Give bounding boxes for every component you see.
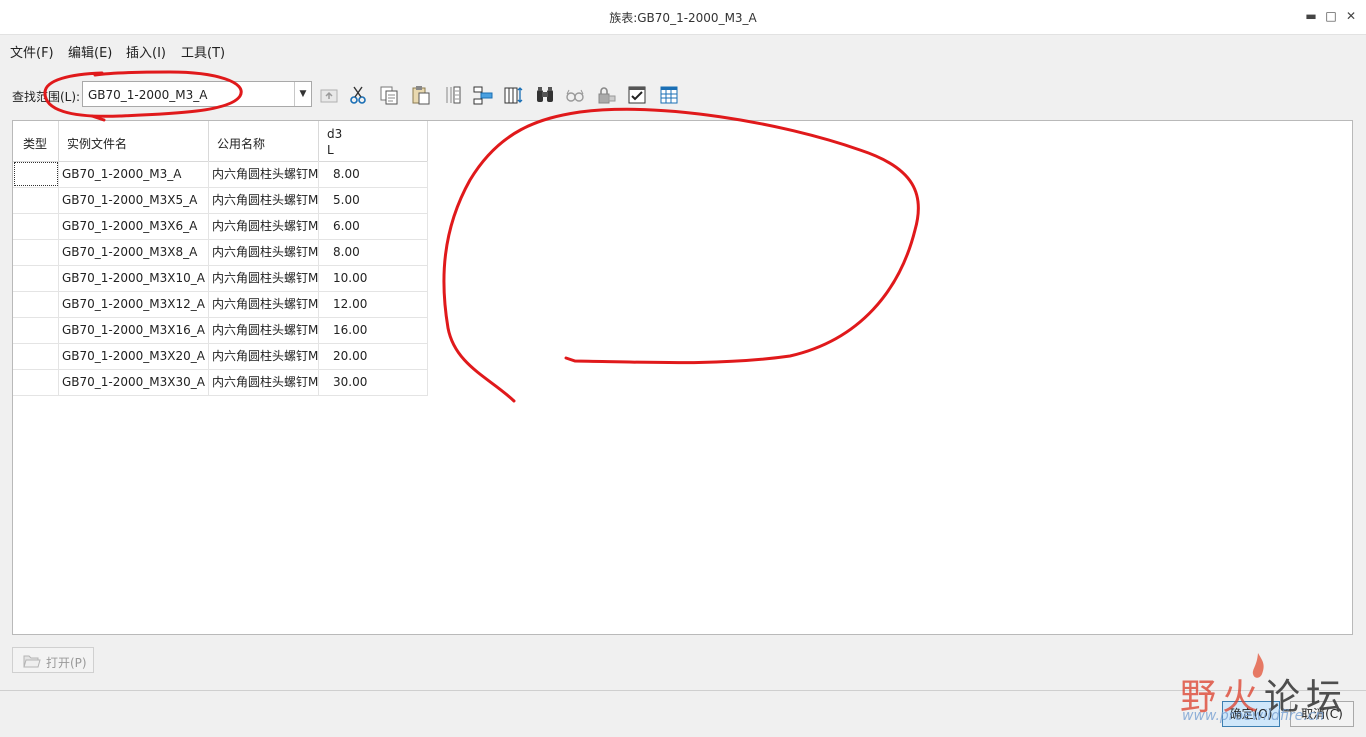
verify-icon[interactable] (626, 84, 648, 106)
footer-divider (0, 690, 1366, 691)
cell-type[interactable] (13, 369, 59, 395)
maximize-button[interactable]: □ (1324, 9, 1338, 23)
cell-instance-name[interactable]: GB70_1-2000_M3X6_A (59, 213, 209, 239)
table-row[interactable]: GB70_1-2000_M3X5_A 内六角圆柱头螺钉M 5.00 (13, 187, 428, 214)
menu-bar: 文件(F) 编辑(E) 插入(I) 工具(T) (0, 36, 1366, 62)
cut-icon[interactable] (347, 84, 369, 106)
family-table[interactable]: 类型 实例文件名 公用名称 d3 L GB70_1-2000_M3_A 内六角圆柱… (12, 120, 1353, 635)
menu-insert[interactable]: 插入(I) (126, 42, 166, 61)
header-d3-label: d3 (327, 127, 343, 141)
cell-instance-name[interactable]: GB70_1-2000_M3X5_A (59, 187, 209, 213)
cell-type[interactable] (13, 161, 59, 187)
table-row[interactable]: GB70_1-2000_M3X16_A 内六角圆柱头螺钉M 16.00 (13, 317, 428, 344)
table-row[interactable]: GB70_1-2000_M3_A 内六角圆柱头螺钉M 8.00 (13, 161, 428, 188)
lookin-dropdown[interactable]: GB70_1-2000_M3_A ▼ (82, 81, 312, 107)
cell-type[interactable] (13, 239, 59, 265)
paste-icon[interactable] (410, 84, 432, 106)
open-button[interactable]: 打开(P) (12, 647, 94, 673)
header-d3[interactable]: d3 L (319, 121, 428, 161)
cell-d3-value[interactable]: 20.00 (319, 343, 428, 369)
cell-instance-name[interactable]: GB70_1-2000_M3X30_A (59, 369, 209, 395)
cell-common-name[interactable]: 内六角圆柱头螺钉M (209, 369, 319, 395)
cell-instance-name[interactable]: GB70_1-2000_M3X16_A (59, 317, 209, 343)
cell-common-name[interactable]: 内六角圆柱头螺钉M (209, 161, 319, 187)
cell-common-name[interactable]: 内六角圆柱头螺钉M (209, 213, 319, 239)
table-header: 类型 实例文件名 公用名称 d3 L (13, 121, 428, 162)
title-bar: 族表:GB70_1-2000_M3_A ▬ □ ✕ (0, 0, 1366, 35)
table-row[interactable]: GB70_1-2000_M3X12_A 内六角圆柱头螺钉M 12.00 (13, 291, 428, 318)
table-row[interactable]: GB70_1-2000_M3X10_A 内六角圆柱头螺钉M 10.00 (13, 265, 428, 292)
window-title: 族表:GB70_1-2000_M3_A (609, 11, 757, 25)
cell-common-name[interactable]: 内六角圆柱头螺钉M (209, 265, 319, 291)
flame-icon (1252, 653, 1264, 678)
cell-type[interactable] (13, 317, 59, 343)
header-common-label: 公用名称 (217, 137, 266, 151)
header-instance-name[interactable]: 实例文件名 (59, 121, 209, 161)
cell-common-name[interactable]: 内六角圆柱头螺钉M (209, 291, 319, 317)
copy-icon[interactable] (378, 84, 400, 106)
chevron-down-icon[interactable]: ▼ (294, 82, 311, 106)
lookin-label: 查找范围(L): (12, 90, 81, 104)
insert-row-icon[interactable] (472, 84, 494, 106)
insert-column-icon[interactable] (442, 84, 464, 106)
cancel-button[interactable]: 取消(C) (1290, 701, 1354, 727)
header-type[interactable]: 类型 (13, 121, 59, 161)
up-level-icon[interactable] (318, 84, 340, 106)
toolbar: 查找范围(L): GB70_1-2000_M3_A ▼ (0, 80, 1366, 110)
table-row[interactable]: GB70_1-2000_M3X8_A 内六角圆柱头螺钉M 8.00 (13, 239, 428, 266)
cell-type[interactable] (13, 213, 59, 239)
folder-open-icon (23, 655, 41, 668)
header-d3-sublabel: L (327, 143, 334, 157)
cell-d3-value[interactable]: 8.00 (319, 239, 428, 265)
cell-type[interactable] (13, 265, 59, 291)
cell-common-name[interactable]: 内六角圆柱头螺钉M (209, 239, 319, 265)
column-settings-icon[interactable] (503, 84, 525, 106)
table-row[interactable]: GB70_1-2000_M3X20_A 内六角圆柱头螺钉M 20.00 (13, 343, 428, 370)
table-row[interactable]: GB70_1-2000_M3X6_A 内六角圆柱头螺钉M 6.00 (13, 213, 428, 240)
cell-type[interactable] (13, 343, 59, 369)
menu-file[interactable]: 文件(F) (10, 42, 54, 61)
header-common-name[interactable]: 公用名称 (209, 121, 319, 161)
cell-common-name[interactable]: 内六角圆柱头螺钉M (209, 343, 319, 369)
open-button-label: 打开(P) (46, 656, 87, 670)
lookin-value: GB70_1-2000_M3_A (88, 88, 208, 102)
cell-d3-value[interactable]: 10.00 (319, 265, 428, 291)
find-icon[interactable] (534, 84, 556, 106)
cell-d3-value[interactable]: 5.00 (319, 187, 428, 213)
cell-type[interactable] (13, 291, 59, 317)
cell-type[interactable] (13, 187, 59, 213)
minimize-button[interactable]: ▬ (1304, 9, 1318, 23)
header-instance-label: 实例文件名 (67, 137, 128, 151)
cell-common-name[interactable]: 内六角圆柱头螺钉M (209, 317, 319, 343)
cell-d3-value[interactable]: 12.00 (319, 291, 428, 317)
ok-button[interactable]: 确定(O) (1222, 701, 1280, 727)
cell-common-name[interactable]: 内六角圆柱头螺钉M (209, 187, 319, 213)
table-icon[interactable] (658, 84, 680, 106)
cell-instance-name[interactable]: GB70_1-2000_M3X10_A (59, 265, 209, 291)
cell-d3-value[interactable]: 30.00 (319, 369, 428, 395)
header-type-label: 类型 (23, 137, 48, 151)
cell-d3-value[interactable]: 8.00 (319, 161, 428, 187)
cell-instance-name[interactable]: GB70_1-2000_M3X12_A (59, 291, 209, 317)
lock-icon[interactable] (596, 84, 618, 106)
menu-edit[interactable]: 编辑(E) (68, 42, 112, 61)
cell-instance-name[interactable]: GB70_1-2000_M3_A (59, 161, 209, 187)
cell-d3-value[interactable]: 6.00 (319, 213, 428, 239)
close-button[interactable]: ✕ (1344, 9, 1358, 23)
cell-instance-name[interactable]: GB70_1-2000_M3X8_A (59, 239, 209, 265)
show-icon[interactable] (564, 84, 586, 106)
table-row[interactable]: GB70_1-2000_M3X30_A 内六角圆柱头螺钉M 30.00 (13, 369, 428, 396)
menu-tools[interactable]: 工具(T) (181, 42, 225, 61)
cell-instance-name[interactable]: GB70_1-2000_M3X20_A (59, 343, 209, 369)
cell-d3-value[interactable]: 16.00 (319, 317, 428, 343)
